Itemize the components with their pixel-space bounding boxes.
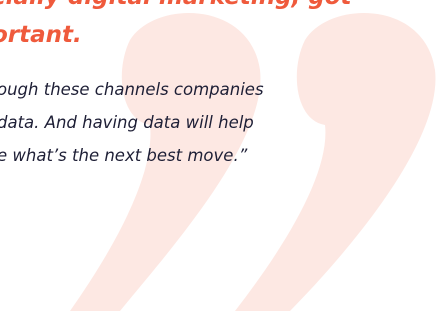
headline-line-1: cially digital marketing, got: [0, 0, 448, 16]
quote-line-2: data. And having data will help: [0, 113, 254, 132]
headline-line-2: ortant.: [0, 22, 82, 48]
headline: cially digital marketing, got ortant.: [0, 0, 448, 54]
testimonial-section: cially digital marketing, got ortant. ou…: [0, 0, 448, 311]
quote-text: ough these channels companies data. And …: [0, 73, 448, 172]
quote-line-3: e what’s the next best move.”: [0, 146, 248, 165]
quote-line-1: ough these channels companies: [0, 80, 264, 99]
